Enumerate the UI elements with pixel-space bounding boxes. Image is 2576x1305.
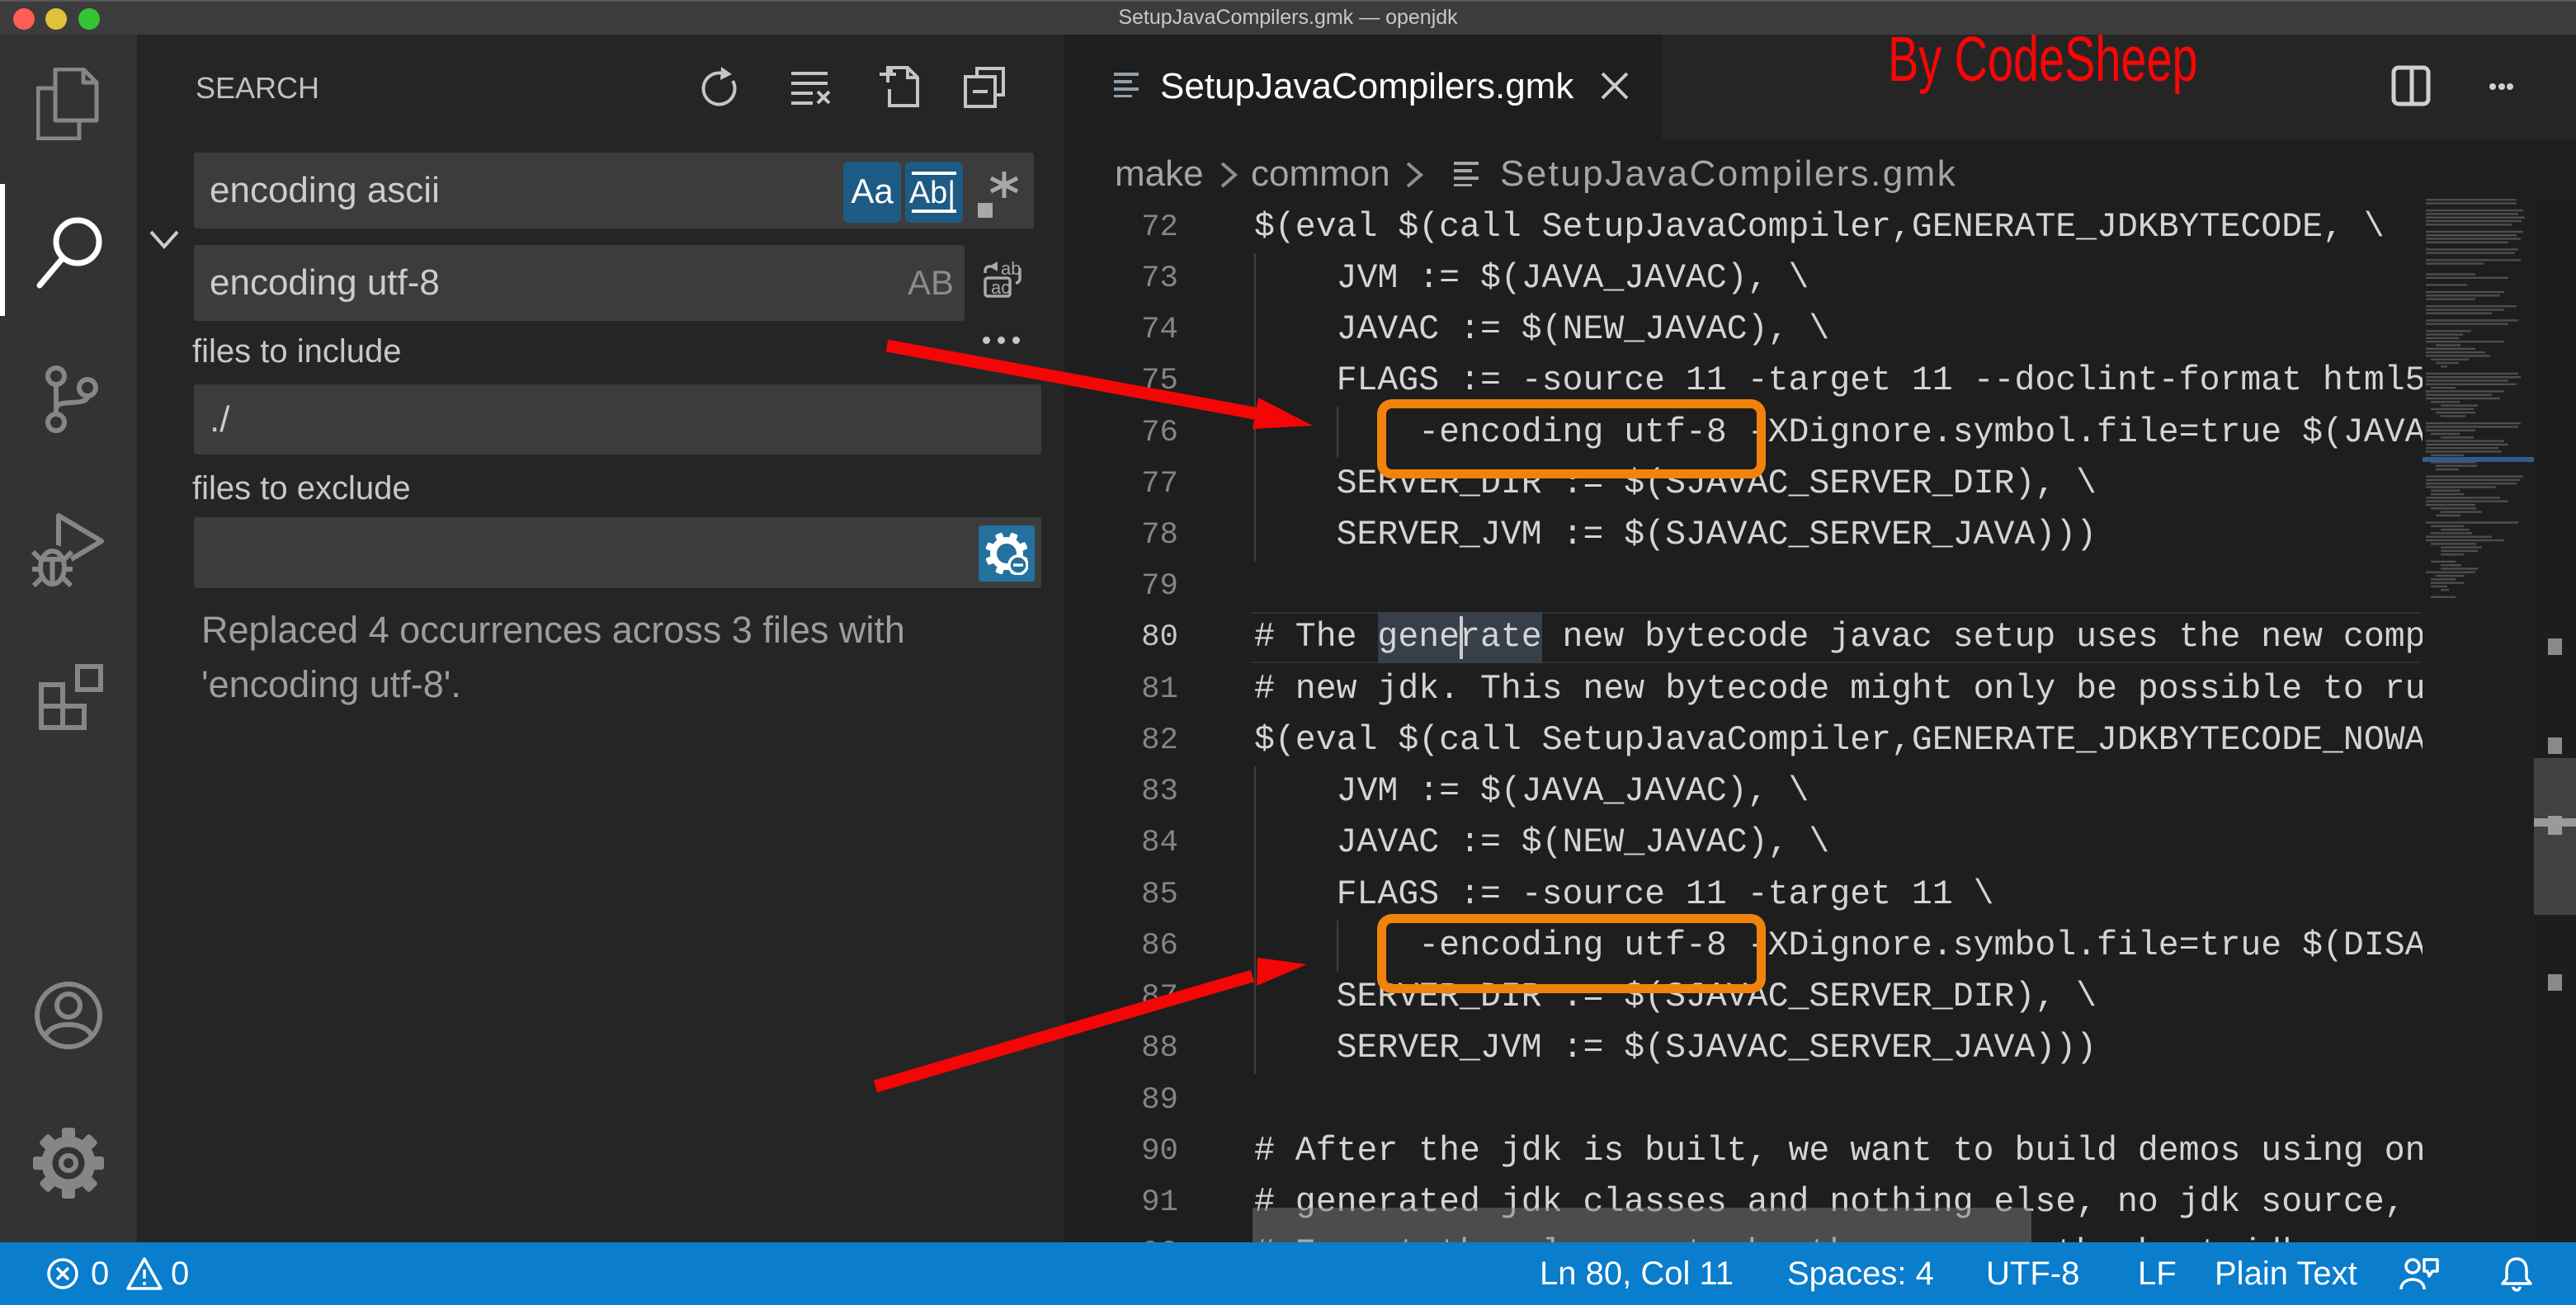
svg-text:ab: ab <box>1001 258 1021 279</box>
svg-text:Ab|: Ab| <box>909 176 955 210</box>
svg-text:ac: ac <box>991 277 1010 298</box>
